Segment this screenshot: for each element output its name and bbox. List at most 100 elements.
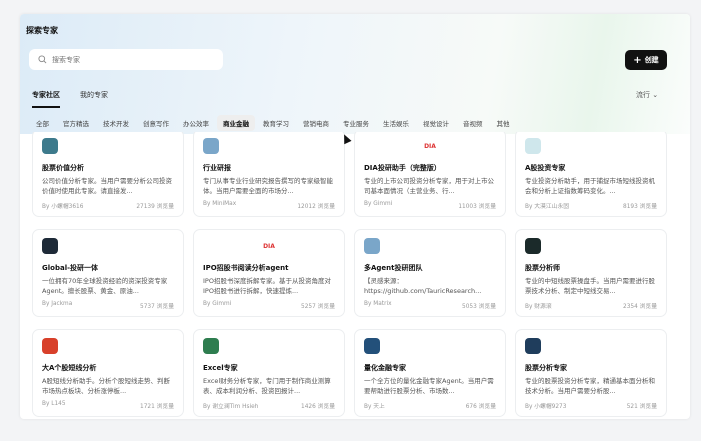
card-title: 股票价值分析 <box>42 164 84 172</box>
card-description: 一个全方位的量化金融专家Agent。当用户需要帮助进行股票分析、市场数... <box>364 377 494 395</box>
category-tab[interactable]: 技术开发 <box>97 115 135 131</box>
card-title: 股票分析师 <box>525 264 560 272</box>
category-tab[interactable]: 其他 <box>491 115 516 131</box>
card-title: A股投资专家 <box>525 164 566 172</box>
chart-magnifier-icon <box>525 138 541 154</box>
expert-card[interactable]: Global-投研一体 一位拥有70年全球投资经验的资深投资专家Agent。擅长… <box>32 229 184 317</box>
expert-card[interactable]: DIA IPO招股书阅读分析agent IPO招股书深度拆解专家。基于从投资角度… <box>193 229 345 317</box>
tab-my-experts[interactable]: 我的专家 <box>80 90 108 100</box>
card-title: 量化金融专家 <box>364 364 406 372</box>
card-title: IPO招股书阅读分析agent <box>203 264 289 272</box>
card-views: 521 浏览量 <box>626 404 657 410</box>
create-button[interactable]: + 创建 <box>625 50 667 70</box>
search-input[interactable] <box>52 55 202 64</box>
expert-explorer-window: 探索专家 +创建 专家社区 我的专家 流行 ⌄ 全部官方精选技术开发创意写作办公… <box>20 14 690 419</box>
card-views: 5053 浏览量 <box>462 304 496 310</box>
card-title: 多Agent投研团队 <box>364 264 423 272</box>
stock-value-icon <box>42 138 58 154</box>
card-description: Excel财务分析专家，专门用于制作商业测算表、成本利润分析、投资回报计... <box>203 377 331 395</box>
card-views: 11003 浏览量 <box>458 204 496 210</box>
card-author: By Jackma <box>42 301 73 307</box>
category-tab[interactable]: 视觉设计 <box>417 115 455 131</box>
card-author: By Gimmi <box>364 201 393 207</box>
card-views: 1426 浏览量 <box>301 404 335 410</box>
card-description: 专业的股票投资分析专家，精通基本面分析和技术分析。当用户需要分析股... <box>525 377 655 395</box>
category-tab[interactable]: 生活娱乐 <box>377 115 415 131</box>
card-title: 股票分析专家 <box>525 364 567 372</box>
chevron-down-icon: ⌄ <box>652 91 659 99</box>
category-tab[interactable]: 全部 <box>30 115 55 131</box>
expert-card[interactable]: A股投资专家 专业投资分析助手，用于捕捉市场短线投资机会和分析上证指数筹码变化。… <box>515 132 667 217</box>
card-author: By 小螺帽9273 <box>525 404 567 410</box>
expert-card[interactable]: 量化金融专家 一个全方位的量化金融专家Agent。当用户需要帮助进行股票分析、市… <box>354 329 506 417</box>
card-author: By 大漠江山永固 <box>525 204 570 210</box>
expert-card[interactable]: Excel专家 Excel财务分析专家，专门用于制作商业测算表、成本利润分析、投… <box>193 329 345 417</box>
card-description: IPO招股书深度拆解专家。基于从投资角度对IPO招股书进行拆解，快速提炼... <box>203 277 331 295</box>
expert-grid: 股票价值分析 公司价值分析专家。当用户需要分析公司投资价值时使用此专家。请直接发… <box>32 132 668 419</box>
stock-chart-icon <box>525 338 541 354</box>
tab-expert-community[interactable]: 专家社区 <box>32 90 60 108</box>
card-description: 一位拥有70年全球投资经验的资深投资专家Agent。擅长股票、黄金、原油... <box>42 277 168 295</box>
card-description: 专门从事专业行业研究报告撰写的专家级智能体。当用户需要全面的市场分... <box>203 177 333 195</box>
card-views: 5737 浏览量 <box>140 304 174 310</box>
category-tab[interactable]: 办公效率 <box>177 115 215 131</box>
card-views: 5257 浏览量 <box>301 304 335 310</box>
trend-chart-icon <box>525 238 541 254</box>
card-title: Excel专家 <box>203 364 238 372</box>
expert-card[interactable]: 股票价值分析 公司价值分析专家。当用户需要分析公司投资价值时使用此专家。请直接发… <box>32 132 184 217</box>
sort-dropdown[interactable]: 流行 ⌄ <box>636 90 658 100</box>
category-tabs: 全部 官方精选 技术开发 创意写作 办公效率 商业金融 教育学习 营销电商 专业服务 生活娱乐 视觉… <box>30 115 518 131</box>
card-description: 专业投资分析助手，用于捕捉市场短线投资机会和分析上证指数筹码变化。... <box>525 177 655 195</box>
card-views: 12012 浏览量 <box>297 204 335 210</box>
expert-card[interactable]: 多Agent投研团队 【灵感来源：https://github.com/Taur… <box>354 229 506 317</box>
bull-icon <box>42 238 58 254</box>
card-views: 676 浏览量 <box>465 404 496 410</box>
plus-icon: + <box>633 54 642 66</box>
card-author: By 谢立澜Tim Hsieh <box>203 404 259 410</box>
card-title: Global-投研一体 <box>42 264 98 272</box>
card-views: 27139 浏览量 <box>136 204 174 210</box>
card-description: 【灵感来源：https://github.com/TauricResearch.… <box>364 277 482 295</box>
category-tab[interactable]: 创意写作 <box>137 115 175 131</box>
category-tab[interactable]: 教育学习 <box>257 115 295 131</box>
card-description: 专业的中短线股票操盘手。当用户需要进行股票技术分析、制定中短线交易... <box>525 277 655 295</box>
category-tab[interactable]: 官方精选 <box>57 115 95 131</box>
dia-logo-icon: DIA <box>263 242 275 250</box>
excel-icon <box>203 338 219 354</box>
document-icon <box>203 138 219 154</box>
dia-logo-icon: DIA <box>424 142 436 150</box>
card-views: 8193 浏览量 <box>623 204 657 210</box>
card-title: 行业研报 <box>203 164 231 172</box>
category-tab[interactable]: 音视频 <box>457 115 489 131</box>
card-author: By Matrix <box>364 301 392 307</box>
main-tabs: 专家社区 我的专家 <box>32 90 108 108</box>
card-description: 专业的上市公司投资分析专家，用于对上市公司基本面情况（主营业务、行... <box>364 177 494 195</box>
card-author: By Gimmi <box>203 301 232 307</box>
card-author: By 小螺帽3616 <box>42 204 84 210</box>
search-icon <box>38 55 47 64</box>
category-tab[interactable]: 专业服务 <box>337 115 375 131</box>
expert-card[interactable]: DIA DIA投研助手（完整版） 专业的上市公司投资分析专家，用于对上市公司基本… <box>354 132 506 217</box>
card-title: 大A个股短线分析 <box>42 364 97 372</box>
expert-card[interactable]: 股票分析专家 专业的股票投资分析专家，精通基本面分析和技术分析。当用户需要分析股… <box>515 329 667 417</box>
red-chart-icon <box>42 338 58 354</box>
category-tab[interactable]: 商业金融 <box>217 115 255 131</box>
card-description: 公司价值分析专家。当用户需要分析公司投资价值时使用此专家。请直接发... <box>42 177 172 195</box>
category-tab[interactable]: 营销电商 <box>297 115 335 131</box>
create-label: 创建 <box>644 56 659 64</box>
card-author: By MiniMax <box>203 201 237 207</box>
card-author: By 财源滚 <box>525 304 552 310</box>
card-title: DIA投研助手（完整版） <box>364 164 441 172</box>
sort-label: 流行 <box>636 91 650 99</box>
card-author: By 天上 <box>364 404 385 410</box>
card-views: 2354 浏览量 <box>623 304 657 310</box>
expert-card[interactable]: 股票分析师 专业的中短线股票操盘手。当用户需要进行股票技术分析、制定中短线交易.… <box>515 229 667 317</box>
card-description: A股短线分析助手。分析个股短线走势、判断市场热点板块、分析涨停板... <box>42 377 170 395</box>
candlestick-icon <box>364 238 380 254</box>
search-box[interactable] <box>29 49 223 70</box>
quant-globe-icon <box>364 338 380 354</box>
expert-card[interactable]: 行业研报 专门从事专业行业研究报告撰写的专家级智能体。当用户需要全面的市场分..… <box>193 132 345 217</box>
page-title: 探索专家 <box>26 26 58 35</box>
card-author: By L145 <box>42 401 66 407</box>
expert-card[interactable]: 大A个股短线分析 A股短线分析助手。分析个股短线走势、判断市场热点板块、分析涨停… <box>32 329 184 417</box>
